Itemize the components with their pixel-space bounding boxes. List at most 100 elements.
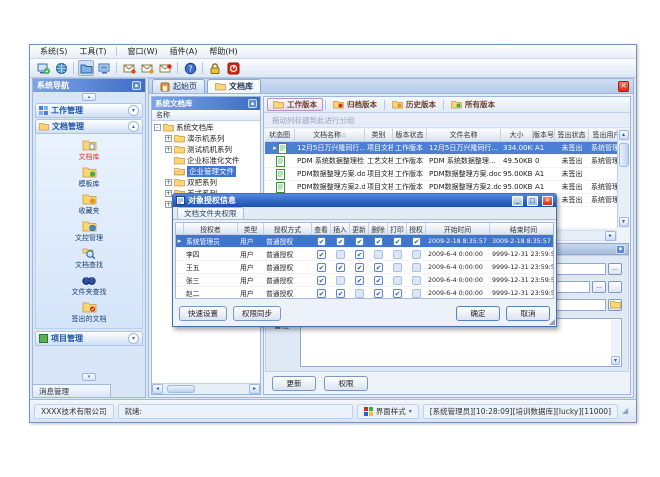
- column-header[interactable]: 结束时间: [490, 223, 554, 235]
- column-header[interactable]: 类型: [238, 223, 264, 235]
- expand-icon[interactable]: +: [165, 190, 172, 197]
- expand-icon[interactable]: +: [165, 179, 172, 186]
- menu-window[interactable]: 窗口(W): [125, 46, 159, 57]
- ui-style-selector[interactable]: 界面样式 ▾: [357, 404, 419, 419]
- version-all-button[interactable]: 所有版本: [446, 98, 500, 111]
- close-tab-button[interactable]: ✕: [618, 81, 629, 92]
- sidebar-item-favorites[interactable]: 收藏夹: [36, 191, 142, 218]
- tree-item[interactable]: + 测试机机系列: [152, 144, 260, 155]
- delete-checkbox[interactable]: ✔: [374, 289, 383, 298]
- column-header[interactable]: 版本状态: [393, 129, 427, 142]
- table-row[interactable]: PDM 系统数据整理检...工艺文档工作版本PDM 系统数据整理...49.50…: [265, 155, 617, 168]
- exit-icon[interactable]: [225, 60, 241, 76]
- mail-receive-icon[interactable]: [139, 60, 155, 76]
- insert-checkbox[interactable]: ✔: [336, 237, 345, 246]
- minimize-button[interactable]: _: [512, 196, 523, 206]
- version-work-button[interactable]: 工作版本: [267, 98, 323, 111]
- browse-ellipsis-button[interactable]: ...: [592, 281, 606, 293]
- sidebar-item-folder-search[interactable]: 文件夹查找: [36, 272, 142, 299]
- print-checkbox[interactable]: ✔: [393, 237, 402, 246]
- column-header[interactable]: 插入: [331, 223, 350, 235]
- column-header[interactable]: 文件名称: [427, 129, 501, 142]
- sync-computer-icon[interactable]: [35, 60, 51, 76]
- column-header[interactable]: 大小: [501, 129, 533, 142]
- permission-row[interactable]: 赵二用户普通授权 ✔ ✔ ✔ ✔ 2009-6-4 0:00:009999-12…: [176, 287, 553, 299]
- column-header[interactable]: 签出用户: [589, 129, 617, 142]
- version-history-button[interactable]: 历史版本: [387, 98, 441, 111]
- authorize-checkbox[interactable]: ✔: [412, 237, 421, 246]
- print-checkbox[interactable]: ✔: [393, 289, 402, 298]
- tree-item[interactable]: + 双把系列: [152, 177, 260, 188]
- column-header[interactable]: 授权方式: [264, 223, 312, 235]
- table-row[interactable]: PDM数据整理方案.doc项目文档工作版本PDM数据整理方案.doc95.00K…: [265, 168, 617, 181]
- insert-checkbox[interactable]: ✔: [336, 289, 345, 298]
- insert-checkbox[interactable]: [336, 276, 345, 285]
- permission-row[interactable]: 李四用户普通授权 ✔ ✔ 2009-6-4 0:00:009999-12-31 …: [176, 248, 553, 261]
- print-checkbox[interactable]: [393, 263, 402, 272]
- delete-checkbox[interactable]: [374, 250, 383, 259]
- open-folder-icon[interactable]: [78, 60, 94, 76]
- extra-field-button[interactable]: [608, 281, 622, 293]
- tree-horizontal-scrollbar[interactable]: ◂ ▸: [152, 383, 260, 394]
- quick-setup-button[interactable]: 快速设置: [179, 306, 227, 321]
- resize-grip-icon[interactable]: ◢: [622, 406, 632, 416]
- authorize-checkbox[interactable]: [412, 276, 421, 285]
- view-checkbox[interactable]: ✔: [317, 289, 326, 298]
- permission-row[interactable]: 王五用户普通授权 ✔ ✔ ✔ ✔ 2009-6-4 0:00:009999-12…: [176, 261, 553, 274]
- print-checkbox[interactable]: [393, 250, 402, 259]
- column-header[interactable]: 版本号: [533, 129, 555, 142]
- sidebar-item-template-library[interactable]: 模板库: [36, 164, 142, 191]
- browse-ellipsis-button[interactable]: ...: [608, 263, 622, 275]
- update-checkbox[interactable]: ✔: [355, 276, 364, 285]
- view-checkbox[interactable]: ✔: [317, 263, 326, 272]
- delete-checkbox[interactable]: ✔: [374, 276, 383, 285]
- ok-button[interactable]: 确定: [456, 306, 500, 321]
- update-checkbox[interactable]: ✔: [355, 237, 364, 246]
- update-checkbox[interactable]: [355, 289, 364, 298]
- permission-row[interactable]: ▸ 系统管理员用户普通授权 ✔ ✔ ✔ ✔ ✔ ✔ 2009-2-18 8:35…: [176, 235, 553, 248]
- pin-icon[interactable]: ▪: [248, 99, 257, 108]
- permission-button[interactable]: 权限: [324, 376, 368, 391]
- tree-item[interactable]: 企业标准化文件: [152, 155, 260, 166]
- view-checkbox[interactable]: ✔: [317, 237, 326, 246]
- collapse-icon[interactable]: -: [154, 124, 161, 131]
- cancel-button[interactable]: 取消: [506, 306, 550, 321]
- menu-help[interactable]: 帮助(H): [207, 46, 239, 57]
- sidebar-group-work[interactable]: 工作管理 ▾: [35, 103, 143, 118]
- expand-icon[interactable]: +: [165, 135, 172, 142]
- chevron-down-icon[interactable]: ▾: [128, 333, 139, 344]
- mail-alert-icon[interactable]: [157, 60, 173, 76]
- close-button[interactable]: ✕: [542, 196, 553, 206]
- chevron-up-icon[interactable]: ▴: [128, 121, 139, 132]
- print-checkbox[interactable]: [393, 276, 402, 285]
- authorize-checkbox[interactable]: [412, 263, 421, 272]
- sidebar-scroll-up-button[interactable]: ▴: [82, 93, 96, 101]
- column-header[interactable]: 授权: [407, 223, 426, 235]
- scroll-left-icon[interactable]: ◂: [152, 384, 163, 394]
- help-icon[interactable]: ?: [182, 60, 198, 76]
- mail-send-icon[interactable]: [121, 60, 137, 76]
- tree-root[interactable]: - 系统文档库: [152, 122, 260, 133]
- scroll-up-icon[interactable]: ▴: [619, 130, 629, 140]
- menu-plugin[interactable]: 插件(A): [168, 46, 200, 57]
- tab-home[interactable]: 起始页: [152, 79, 205, 93]
- pin-icon[interactable]: ▪: [616, 245, 625, 254]
- tab-library[interactable]: 文档库: [207, 79, 261, 93]
- sidebar-item-doc-search[interactable]: 文档查找: [36, 245, 142, 272]
- scroll-right-icon[interactable]: ▸: [249, 384, 260, 394]
- insert-checkbox[interactable]: [336, 250, 345, 259]
- view-checkbox[interactable]: ✔: [317, 276, 326, 285]
- column-header[interactable]: 开始时间: [426, 223, 490, 235]
- authorize-checkbox[interactable]: [412, 289, 421, 298]
- column-header[interactable]: 更新: [350, 223, 369, 235]
- menu-tools[interactable]: 工具(T): [77, 46, 108, 57]
- tab-folder-permissions[interactable]: 文档文件夹权限: [177, 207, 244, 219]
- permission-sync-button[interactable]: 权限同步: [233, 306, 281, 321]
- open-folder-button[interactable]: [608, 299, 622, 311]
- authorize-checkbox[interactable]: [412, 250, 421, 259]
- scroll-down-icon[interactable]: ▾: [611, 356, 620, 365]
- insert-checkbox[interactable]: ✔: [336, 263, 345, 272]
- lock-icon[interactable]: [207, 60, 223, 76]
- dialog-title-bar[interactable]: 对象授权信息 _ □ ✕: [173, 194, 556, 207]
- update-checkbox[interactable]: ✔: [355, 263, 364, 272]
